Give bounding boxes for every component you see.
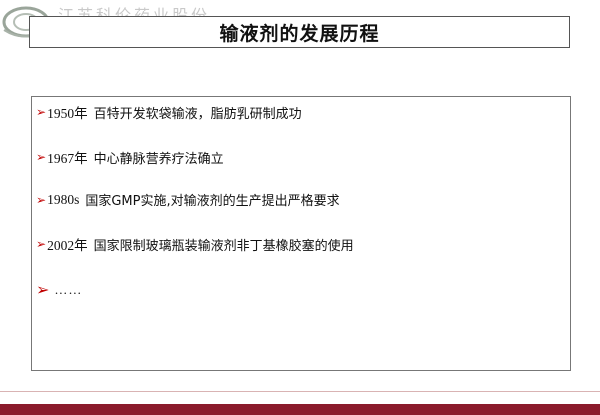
page-title: 输液剂的发展历程 — [219, 22, 380, 45]
list-item: ➢ 1980s 国家GMP实施,对输液剂的生产提出严格要求 — [36, 190, 340, 210]
content-box: ➢ 1950年 百特开发软袋输液，脂肪乳研制成功 ➢ 1967年 中心静脉营养疗… — [31, 96, 571, 371]
item-text: 百特开发软袋输液，脂肪乳研制成功 — [93, 106, 302, 122]
arrow-bullet-icon: ➢ — [36, 192, 47, 207]
ellipsis-text: …… — [54, 282, 83, 297]
arrow-bullet-icon: ➢ — [36, 150, 47, 164]
footer-divider — [0, 391, 600, 392]
arrow-bullet-icon: ➢ — [36, 105, 47, 119]
item-text: 国家限制玻璃瓶装输液剂非丁基橡胶塞的使用 — [93, 238, 354, 254]
list-item: ➢ 1950年 百特开发软袋输液，脂肪乳研制成功 — [36, 102, 302, 122]
item-year: 1967年 — [47, 151, 88, 166]
arrow-bullet-icon: ➢ — [36, 237, 47, 251]
item-year: 1980s — [47, 191, 80, 207]
item-year: 1950年 — [47, 106, 88, 121]
arrow-bullet-icon: ➢ — [36, 280, 50, 299]
list-item: ➢ 1967年 中心静脉营养疗法确立 — [36, 147, 224, 167]
footer-bar — [0, 404, 600, 415]
item-text: 中心静脉营养疗法确立 — [93, 151, 224, 167]
item-year: 2002年 — [47, 238, 88, 253]
title-box: 输液剂的发展历程 — [29, 16, 570, 48]
list-item: ➢ 2002年 国家限制玻璃瓶装输液剂非丁基橡胶塞的使用 — [36, 234, 354, 254]
list-item: ➢ …… — [36, 282, 82, 298]
item-text: 国家GMP实施,对输液剂的生产提出严格要求 — [85, 194, 340, 209]
